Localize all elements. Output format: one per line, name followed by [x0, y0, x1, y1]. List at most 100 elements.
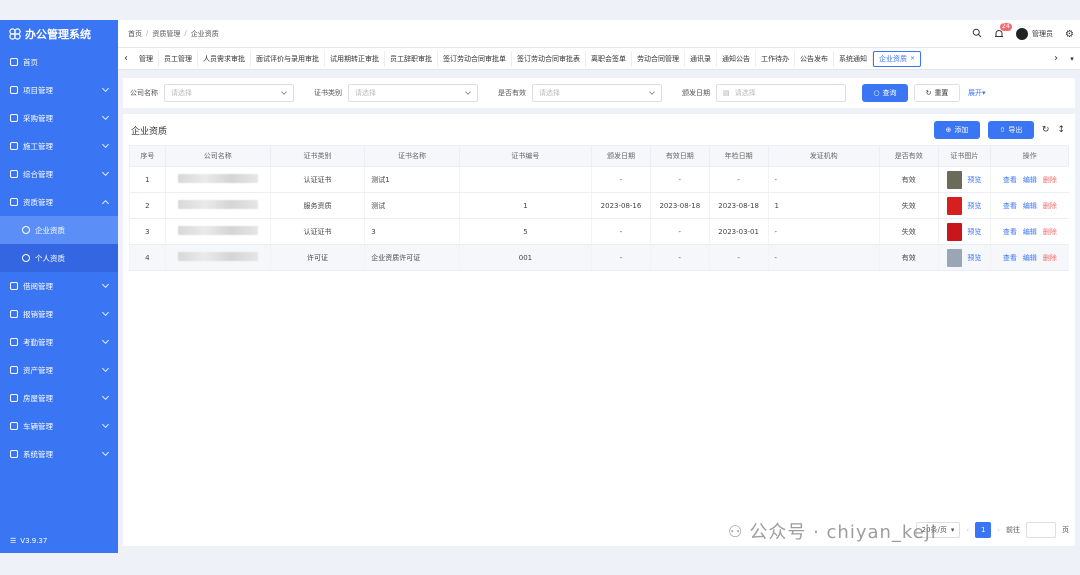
column-header: 操作 — [990, 145, 1069, 167]
tab-item[interactable]: 管理 — [134, 50, 159, 67]
tab-item[interactable]: 面试评价与录用审批 — [251, 50, 325, 67]
search-icon[interactable] — [972, 28, 982, 40]
certificate-thumbnail[interactable] — [947, 222, 963, 241]
sidebar-item[interactable]: 首页 — [0, 48, 118, 76]
company-select[interactable]: 请选择 — [164, 84, 294, 102]
sidebar-item[interactable]: 车辆管理 — [0, 412, 118, 440]
cert-type-select[interactable]: 请选择 — [348, 84, 478, 102]
issue-date-picker[interactable]: ▤ 请选择 — [716, 84, 846, 102]
version-label: V3.9.37 — [20, 537, 48, 545]
tab-item[interactable]: 签订劳动合同审批表 — [512, 50, 586, 67]
certificate-thumbnail[interactable] — [947, 248, 963, 267]
tab-item[interactable]: 人员需求审批 — [198, 50, 251, 67]
gear-icon[interactable]: ⚙ — [1065, 29, 1074, 40]
refresh-icon[interactable]: ↻ — [1042, 125, 1050, 135]
delete-link[interactable]: 删除 — [1043, 254, 1057, 262]
cert-type-placeholder: 请选择 — [355, 89, 376, 97]
sidebar-item[interactable]: 资产管理 — [0, 356, 118, 384]
column-header: 年检日期 — [708, 145, 769, 167]
table-row[interactable]: 1 认证证书 测试1- - - - 有效 预览 查看 编辑 删除 — [129, 166, 1069, 193]
table-row[interactable]: 4 许可证 企业资质许可证 001- - - - 有效 预览 查看 编辑 删除 — [129, 244, 1069, 271]
sidebar-item[interactable]: 报销管理 — [0, 300, 118, 328]
watermark: ⚇ 公众号 · chiyan_keji — [728, 518, 937, 544]
sidebar-item[interactable]: 系统管理 — [0, 440, 118, 468]
tab-dropdown-icon[interactable]: ▾ — [1064, 48, 1080, 69]
certificate-thumbnail[interactable] — [947, 196, 963, 215]
export-button[interactable]: ⇧ 导出 — [987, 121, 1034, 139]
delete-link[interactable]: 删除 — [1043, 228, 1057, 236]
tab-scroll-left-icon[interactable]: ‹ — [118, 48, 134, 69]
view-link[interactable]: 查看 — [1003, 176, 1017, 184]
menu-toggle-icon[interactable]: ☰ — [10, 537, 16, 545]
edit-link[interactable]: 编辑 — [1023, 176, 1037, 184]
table-row[interactable]: 2 服务资质 测试 1 2023-08-16 2023-08-18 2023-08-18 1 失… — [129, 192, 1069, 219]
table-cell: 1 — [458, 192, 592, 219]
sidebar-item[interactable]: 采购管理 — [0, 104, 118, 132]
goto-input[interactable] — [1026, 522, 1056, 538]
edit-link[interactable]: 编辑 — [1023, 202, 1037, 210]
tab-item[interactable]: 通知公告 — [717, 50, 756, 67]
close-icon[interactable]: × — [910, 55, 915, 62]
delete-link[interactable]: 删除 — [1043, 176, 1057, 184]
tab-item[interactable]: 员工辞职审批 — [385, 50, 438, 67]
preview-link[interactable]: 预览 — [967, 176, 981, 184]
delete-link[interactable]: 删除 — [1043, 202, 1057, 210]
add-button[interactable]: ⊕ 添加 — [933, 121, 980, 139]
tab-item[interactable]: 劳动合同管理 — [632, 50, 685, 67]
table-cell: - — [649, 218, 710, 245]
column-height-icon[interactable]: ↕ — [1057, 125, 1065, 135]
expand-link[interactable]: 展开▾ — [968, 88, 986, 98]
company-name-redacted — [177, 252, 258, 261]
breadcrumb-item[interactable]: 资质管理 — [152, 29, 180, 39]
reset-button[interactable]: ↻ 重置 — [914, 84, 960, 102]
view-link[interactable]: 查看 — [1003, 254, 1017, 262]
tab-item[interactable]: 工作待办 — [756, 50, 795, 67]
preview-link[interactable]: 预览 — [967, 202, 981, 210]
table-cell: 有效 — [878, 244, 939, 271]
sidebar-item[interactable]: 个人资质 — [0, 244, 118, 272]
tab-item[interactable]: 员工管理 — [159, 50, 198, 67]
sidebar-item-label: 系统管理 — [23, 449, 53, 459]
tab-item[interactable]: 系统通知 — [834, 50, 873, 67]
tab-scroll-right-icon[interactable]: › — [1048, 48, 1064, 69]
tab-item[interactable]: 试用期转正审批 — [325, 50, 385, 67]
prev-page-icon[interactable]: ‹ — [966, 526, 969, 534]
sidebar-item-label: 资质管理 — [23, 197, 53, 207]
preview-link[interactable]: 预览 — [967, 254, 981, 262]
user-menu[interactable]: 管理员 — [1016, 28, 1053, 40]
preview-link[interactable]: 预览 — [967, 228, 981, 236]
breadcrumb-item[interactable]: 首页 — [128, 29, 142, 39]
sidebar-item[interactable]: 考勤管理 — [0, 328, 118, 356]
person-icon — [22, 254, 30, 262]
certificate-thumbnail[interactable] — [947, 170, 963, 189]
valid-select[interactable]: 请选择 — [532, 84, 662, 102]
table-cell: - — [591, 166, 651, 193]
table-row[interactable]: 3 认证证书 3 5- -2023-03-01- 失效 预览 查看 编辑 删除 — [129, 218, 1069, 245]
tab-item[interactable]: 签订劳动合同审批单 — [438, 50, 512, 67]
sidebar-item[interactable]: 借阅管理 — [0, 272, 118, 300]
tab-item[interactable]: 企业资质 × — [873, 50, 922, 67]
bell-icon[interactable]: 24 — [994, 23, 1012, 39]
tab-item[interactable]: 离职会签单 — [586, 50, 632, 67]
attendance-icon — [10, 338, 18, 346]
table-cell: 2023-08-16 — [591, 192, 651, 219]
view-link[interactable]: 查看 — [1003, 228, 1017, 236]
qualification-table: 序号 公司名称 证书类别 证书名称 证书编号 颁发日期 有效日期 年检日期 发证机构 是否有效 证书… — [129, 145, 1069, 271]
table-cell: 查看 编辑 删除 — [990, 244, 1069, 271]
sidebar-item[interactable]: 综合管理 — [0, 160, 118, 188]
cert-type-label: 证书类别 — [314, 89, 342, 97]
sidebar: 办公管理系统 首页 项目管理 采购管理 施工管理 综合管理 资质管理 企业资质 个人资质 借阅管… — [0, 20, 118, 553]
edit-link[interactable]: 编辑 — [1023, 228, 1037, 236]
next-page-icon[interactable]: › — [997, 526, 1000, 534]
sidebar-item[interactable]: 房屋管理 — [0, 384, 118, 412]
view-link[interactable]: 查看 — [1003, 202, 1017, 210]
page-number[interactable]: 1 — [975, 522, 992, 538]
sidebar-item[interactable]: 企业资质 — [0, 216, 118, 244]
tab-item[interactable]: 通讯录 — [685, 50, 717, 67]
tab-item[interactable]: 公告发布 — [795, 50, 834, 67]
sidebar-item[interactable]: 施工管理 — [0, 132, 118, 160]
sidebar-item[interactable]: 资质管理 — [0, 188, 118, 216]
sidebar-item[interactable]: 项目管理 — [0, 76, 118, 104]
search-button[interactable]: ○ 查询 — [862, 84, 908, 102]
edit-link[interactable]: 编辑 — [1023, 254, 1037, 262]
